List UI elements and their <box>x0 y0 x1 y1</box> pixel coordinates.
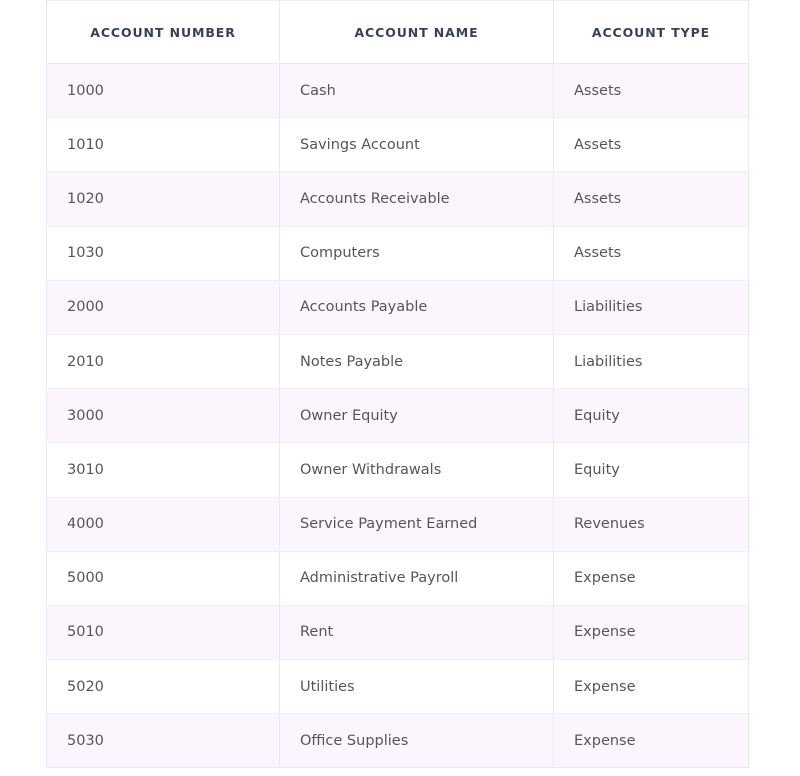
table-row[interactable]: 5000 Administrative Payroll Expense <box>46 551 749 606</box>
cell-account-type: Revenues <box>553 497 749 552</box>
cell-account-number: 1000 <box>46 63 280 119</box>
table-row[interactable]: 5020 Utilities Expense <box>46 659 749 715</box>
cell-account-type: Liabilities <box>553 280 749 335</box>
table-row[interactable]: 3000 Owner Equity Equity <box>46 388 749 444</box>
column-header-account-type[interactable]: ACCOUNT TYPE <box>553 0 749 64</box>
cell-account-name: Notes Payable <box>279 334 554 390</box>
cell-account-name: Administrative Payroll <box>279 551 554 606</box>
column-header-account-name[interactable]: ACCOUNT NAME <box>279 0 554 64</box>
cell-account-type: Expense <box>553 551 749 606</box>
table-row[interactable]: 1000 Cash Assets <box>46 63 749 119</box>
cell-account-name: Service Payment Earned <box>279 497 554 552</box>
table-row[interactable]: 2000 Accounts Payable Liabilities <box>46 280 749 335</box>
cell-account-type: Equity <box>553 388 749 444</box>
cell-account-type: Assets <box>553 117 749 173</box>
cell-account-name: Accounts Payable <box>279 280 554 335</box>
cell-account-name: Computers <box>279 226 554 281</box>
cell-account-number: 5010 <box>46 605 280 661</box>
cell-account-number: 3010 <box>46 442 280 498</box>
cell-account-number: 2010 <box>46 334 280 390</box>
cell-account-number: 5000 <box>46 551 280 606</box>
cell-account-number: 1020 <box>46 171 280 227</box>
table-row[interactable]: 5010 Rent Expense <box>46 605 749 661</box>
table-row[interactable]: 5030 Office Supplies Expense <box>46 713 749 769</box>
cell-account-number: 4000 <box>46 497 280 552</box>
table-header: ACCOUNT NUMBER ACCOUNT NAME ACCOUNT TYPE <box>46 0 749 64</box>
cell-account-name: Savings Account <box>279 117 554 173</box>
cell-account-type: Assets <box>553 171 749 227</box>
table-row[interactable]: 1010 Savings Account Assets <box>46 117 749 173</box>
table-row[interactable]: 1020 Accounts Receivable Assets <box>46 171 749 227</box>
cell-account-name: Rent <box>279 605 554 661</box>
cell-account-number: 5020 <box>46 659 280 715</box>
table-body: 1000 Cash Assets 1010 Savings Account Assets 1… <box>46 63 749 769</box>
cell-account-type: Expense <box>553 659 749 715</box>
cell-account-name: Accounts Receivable <box>279 171 554 227</box>
chart-of-accounts-table: ACCOUNT NUMBER ACCOUNT NAME ACCOUNT TYPE… <box>46 0 749 769</box>
cell-account-type: Equity <box>553 442 749 498</box>
cell-account-name: Cash <box>279 63 554 119</box>
table-row[interactable]: 1030 Computers Assets <box>46 226 749 281</box>
cell-account-type: Liabilities <box>553 334 749 390</box>
table-header-row: ACCOUNT NUMBER ACCOUNT NAME ACCOUNT TYPE <box>46 0 749 64</box>
cell-account-number: 3000 <box>46 388 280 444</box>
cell-account-name: Owner Equity <box>279 388 554 444</box>
cell-account-name: Office Supplies <box>279 713 554 769</box>
cell-account-number: 5030 <box>46 713 280 769</box>
cell-account-type: Expense <box>553 713 749 769</box>
cell-account-name: Owner Withdrawals <box>279 442 554 498</box>
column-header-account-number[interactable]: ACCOUNT NUMBER <box>46 0 280 64</box>
table-row[interactable]: 3010 Owner Withdrawals Equity <box>46 442 749 498</box>
table-row[interactable]: 4000 Service Payment Earned Revenues <box>46 497 749 552</box>
cell-account-type: Assets <box>553 226 749 281</box>
cell-account-name: Utilities <box>279 659 554 715</box>
cell-account-number: 1030 <box>46 226 280 281</box>
table-row[interactable]: 2010 Notes Payable Liabilities <box>46 334 749 390</box>
cell-account-type: Expense <box>553 605 749 661</box>
cell-account-type: Assets <box>553 63 749 119</box>
accounts-table-container: ACCOUNT NUMBER ACCOUNT NAME ACCOUNT TYPE… <box>46 0 749 769</box>
cell-account-number: 1010 <box>46 117 280 173</box>
cell-account-number: 2000 <box>46 280 280 335</box>
